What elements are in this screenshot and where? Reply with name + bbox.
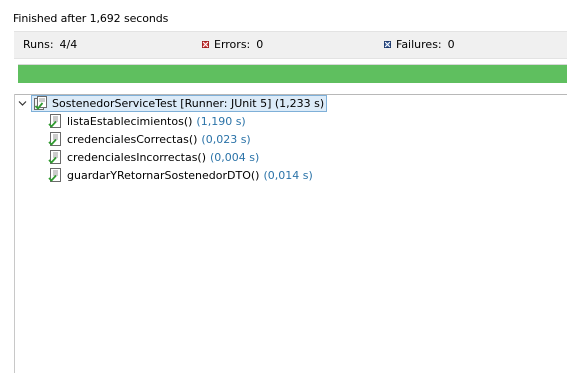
test-passed-icon <box>48 114 63 129</box>
test-name: listaEstablecimientos() <box>67 115 193 128</box>
test-passed-icon <box>48 150 63 165</box>
failures-counter: Failures: 0 <box>384 32 455 58</box>
test-time: (0,014 s) <box>263 169 313 182</box>
status-message: Finished after 1,692 seconds <box>13 12 169 25</box>
failures-label: Failures: <box>396 38 442 51</box>
test-row[interactable]: credencialesIncorrectas() (0,004 s) <box>48 149 259 166</box>
junit-view: Finished after 1,692 seconds Runs: 4/4 Er… <box>0 0 567 373</box>
test-time: (1,190 s) <box>196 115 246 128</box>
tree-left-border <box>14 94 15 373</box>
runs-value: 4/4 <box>59 38 78 51</box>
test-name: credencialesCorrectas() <box>67 133 198 146</box>
test-row[interactable]: guardarYRetornarSostenedorDTO() (0,014 s) <box>48 167 313 184</box>
test-time: (0,023 s) <box>201 133 251 146</box>
failure-icon <box>384 41 391 48</box>
suite-label: SostenedorServiceTest [Runner: JUnit 5] … <box>52 97 325 110</box>
error-icon <box>202 41 209 48</box>
errors-counter: Errors: 0 <box>202 32 263 58</box>
test-passed-icon <box>48 132 63 147</box>
errors-value: 0 <box>256 38 264 51</box>
suite-selection[interactable]: SostenedorServiceTest [Runner: JUnit 5] … <box>31 95 328 112</box>
test-passed-icon <box>48 168 63 183</box>
counters-bar: Runs: 4/4 Errors: 0 Failures: 0 <box>14 31 567 59</box>
runs-label: Runs: <box>23 38 54 51</box>
progress-fill <box>18 65 567 83</box>
test-row[interactable]: listaEstablecimientos() (1,190 s) <box>48 113 246 130</box>
chevron-down-icon[interactable] <box>18 95 27 112</box>
runs-counter: Runs: 4/4 <box>23 32 77 58</box>
test-suite-passed-icon <box>33 96 48 111</box>
test-name: guardarYRetornarSostenedorDTO() <box>67 169 260 182</box>
errors-label: Errors: <box>214 38 251 51</box>
suite-row[interactable]: SostenedorServiceTest [Runner: JUnit 5] … <box>18 95 328 112</box>
progress-bar <box>18 64 567 83</box>
test-row[interactable]: credencialesCorrectas() (0,023 s) <box>48 131 251 148</box>
test-time: (0,004 s) <box>210 151 260 164</box>
test-name: credencialesIncorrectas() <box>67 151 207 164</box>
failures-value: 0 <box>447 38 455 51</box>
